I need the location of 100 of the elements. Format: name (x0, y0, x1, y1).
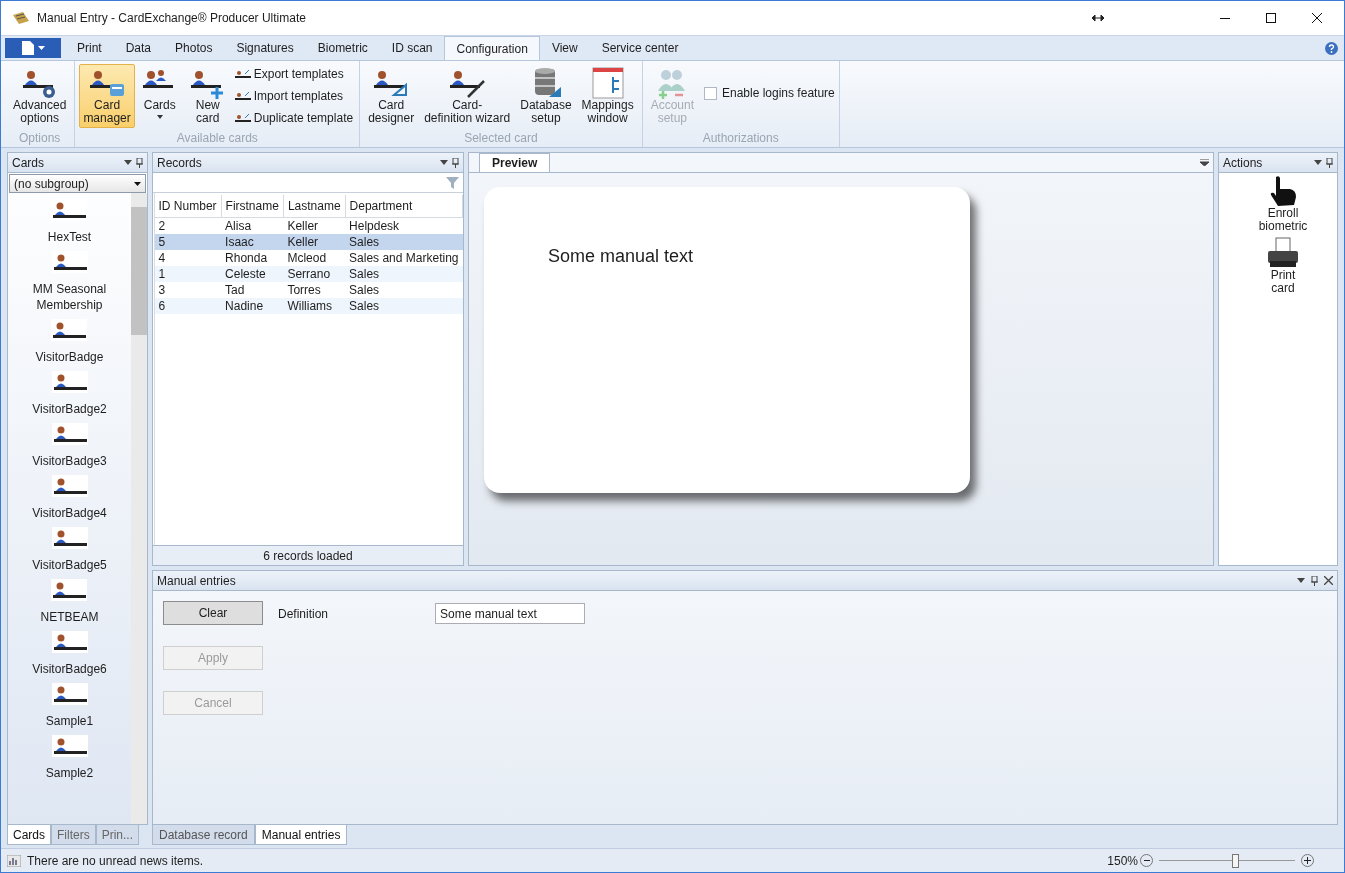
action-button[interactable]: Print card (1266, 237, 1300, 295)
card-small-icon (234, 69, 251, 79)
ribbon-tab[interactable]: Data (113, 36, 164, 60)
card-icon (51, 423, 88, 445)
action-button[interactable]: Enroll biometric (1258, 175, 1308, 233)
card-template-item[interactable]: VisitorBadge5 (32, 527, 107, 573)
card-icon (51, 579, 88, 601)
card-icon (51, 631, 88, 653)
ribbon-button[interactable]: Advanced options (9, 64, 71, 128)
application-menu-button[interactable] (5, 38, 61, 58)
ribbon-button[interactable]: Card manager (79, 64, 135, 128)
card-template-item[interactable]: VisitorBadge3 (32, 423, 107, 469)
card-small-icon (234, 113, 251, 123)
pin-icon[interactable] (452, 157, 459, 168)
ribbon-tab[interactable]: View (539, 36, 590, 60)
card-template-item[interactable]: MM Seasonal Membership (8, 251, 131, 313)
slider-thumb[interactable] (1232, 853, 1240, 868)
ribbon-small-button[interactable]: Duplicate template (232, 108, 356, 128)
ribbon-small-button[interactable]: Export templates (232, 64, 356, 84)
field-label: Definition (278, 605, 330, 623)
dropdown-arrow-icon[interactable] (1297, 578, 1305, 583)
column-header[interactable]: ID Number (154, 195, 222, 217)
card-text: Some manual text (548, 246, 694, 266)
panel-tab[interactable]: Filters (51, 825, 96, 845)
card-icon (51, 371, 88, 393)
panel-tab[interactable]: Prin... (95, 825, 140, 845)
document-tab[interactable]: Manual entries (254, 825, 348, 845)
pin-icon[interactable] (1311, 575, 1318, 586)
close-icon[interactable] (1324, 576, 1333, 585)
document-icon (21, 41, 34, 55)
ribbon-button[interactable]: Card designer (364, 64, 419, 128)
app-logo-icon (13, 12, 29, 24)
ribbon-small-button[interactable]: Import templates (232, 86, 356, 106)
definition-field[interactable]: Some manual text (435, 603, 585, 624)
card-icon (51, 735, 88, 757)
caret-icon (156, 115, 163, 119)
ribbon-tab[interactable]: Biometric (305, 36, 380, 60)
records-count: 6 records loaded (263, 547, 353, 565)
ribbon-tab[interactable]: Service center (589, 36, 691, 60)
caret-icon (134, 181, 141, 186)
pin-icon[interactable] (136, 157, 143, 168)
document-tab[interactable]: Database record (152, 825, 255, 845)
help-icon[interactable] (1325, 42, 1338, 55)
ribbon-tab[interactable]: Print (65, 36, 114, 60)
ribbon-tab[interactable]: Photos (163, 36, 225, 60)
ribbon-group-label: Options (18, 130, 62, 147)
plus-icon (1304, 857, 1311, 864)
dropdown-arrow-icon[interactable] (124, 160, 132, 165)
pin-icon[interactable] (1326, 157, 1333, 168)
column-header[interactable]: Lastname (283, 195, 346, 217)
ribbon-tab[interactable]: ID scan (379, 36, 445, 60)
status-message: There are no unread news items. (27, 852, 204, 870)
panel-header: Records (153, 153, 463, 173)
dropdown-arrow-icon[interactable] (1314, 160, 1322, 165)
card-template-item[interactable]: Sample1 (45, 683, 94, 729)
ribbon-button[interactable]: New card (184, 64, 231, 128)
ribbon-button[interactable]: Cards (136, 64, 183, 128)
panel-tab[interactable]: Cards (7, 825, 51, 845)
ribbon-button[interactable]: Database setup (516, 64, 576, 128)
news-icon (7, 854, 21, 867)
card-template-item[interactable]: VisitorBadge4 (32, 475, 107, 521)
card-template-item[interactable]: Sample2 (45, 735, 94, 781)
ribbon-group-label: Selected card (463, 130, 539, 147)
ribbon-tab[interactable]: Signatures (224, 36, 306, 60)
minimize-icon (1220, 17, 1230, 19)
resize-arrows-icon (1092, 15, 1104, 21)
panel-title: Manual entries (157, 572, 236, 590)
printer-icon (1266, 237, 1300, 269)
card-icon (51, 319, 88, 341)
ribbon-group-label: Authorizations (701, 130, 780, 147)
zoom-slider[interactable] (1159, 852, 1295, 869)
card-template-item[interactable]: NETBEAM (40, 579, 99, 625)
card-template-item[interactable]: VisitorBadge2 (32, 371, 107, 417)
enable-logins-checkbox[interactable]: Enable logins feature (704, 84, 835, 102)
zoom-level: 150% (1107, 852, 1138, 870)
panel-header: Cards (8, 153, 147, 173)
form-button[interactable]: Clear (163, 601, 263, 625)
ribbon-group-label: Available cards (175, 130, 259, 147)
checkbox[interactable] (704, 86, 717, 100)
ribbon-button[interactable]: Card- definition wizard (420, 64, 515, 128)
close-icon (1312, 13, 1322, 23)
column-header[interactable]: Firstname (221, 195, 284, 217)
ribbon-button[interactable]: Mappings window (577, 64, 638, 128)
hand-pointer-icon (1268, 175, 1298, 207)
card-template-item[interactable]: VisitorBadge6 (32, 631, 107, 677)
panel-header: Actions (1219, 153, 1337, 173)
card-template-item[interactable]: HexTest (47, 199, 92, 245)
scrollbar[interactable] (131, 193, 147, 824)
caret-icon (37, 46, 45, 50)
dropdown-arrow-icon[interactable] (1200, 159, 1209, 166)
card-template-item[interactable]: VisitorBadge (35, 319, 104, 365)
subgroup-dropdown[interactable]: (no subgroup) (9, 174, 146, 193)
zoom-in-button[interactable] (1301, 854, 1314, 867)
column-header[interactable]: Department (345, 195, 463, 217)
card-icon (51, 527, 88, 549)
dropdown-arrow-icon[interactable] (440, 160, 448, 165)
preview-tab[interactable]: Preview (479, 153, 551, 172)
window-title: Manual Entry - CardExchange® Producer Ultimate (37, 10, 306, 27)
ribbon-tab[interactable]: Configuration (444, 36, 540, 60)
card-small-icon (234, 91, 251, 101)
